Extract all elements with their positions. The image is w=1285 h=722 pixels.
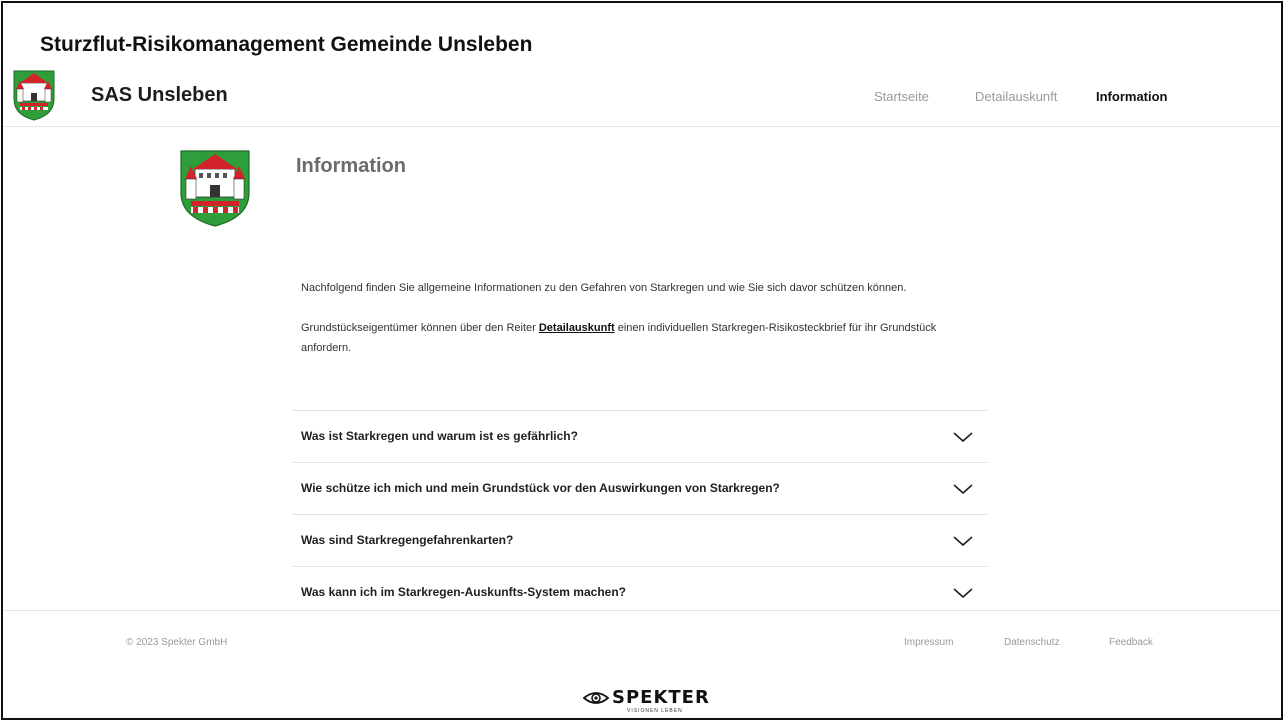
site-footer: © 2023 Spekter GmbH Impressum Datenschut… [3,610,1281,718]
faq-item[interactable]: Was ist Starkregen und warum ist es gefä… [292,410,987,462]
faq-question: Was sind Starkregengefahrenkarten? [301,533,514,547]
detail-paragraph-text: Grundstückseigentümer können über den Re… [301,322,539,334]
coat-of-arms-icon[interactable] [12,69,56,121]
footer-link-datenschutz[interactable]: Datenschutz [1004,637,1060,648]
nav-startseite[interactable]: Startseite [874,89,929,104]
faq-item[interactable]: Wie schütze ich mich und mein Grundstück… [292,462,987,514]
detailauskunft-link[interactable]: Detailauskunft [539,322,615,334]
slide-frame: Sturzflut-Risikomanagement Gemeinde Unsl… [1,1,1283,720]
copyright-text: © 2023 Spekter GmbH [126,637,228,648]
faq-item[interactable]: Was sind Starkregengefahrenkarten? [292,514,987,566]
intro-paragraph: Nachfolgend finden Sie allgemeine Inform… [301,282,907,294]
detail-paragraph: Grundstückseigentümer können über den Re… [301,318,961,358]
nav-information[interactable]: Information [1096,89,1168,104]
faq-question: Was ist Starkregen und warum ist es gefä… [301,429,578,443]
eye-icon [583,692,609,704]
chevron-down-icon[interactable] [952,586,974,600]
chevron-down-icon[interactable] [952,534,974,548]
slide-title: Sturzflut-Risikomanagement Gemeinde Unsl… [40,33,533,56]
spekter-logo: SPEKTER VISIONEN LEBEN [583,687,723,714]
logo-wordmark: SPEKTER [612,687,710,708]
faq-question: Was kann ich im Starkregen-Auskunfts-Sys… [301,585,626,599]
faq-question: Wie schütze ich mich und mein Grundstück… [301,481,780,495]
footer-link-impressum[interactable]: Impressum [904,637,953,648]
footer-link-feedback[interactable]: Feedback [1109,637,1153,648]
coat-of-arms-icon [180,150,250,227]
nav-detailauskunft[interactable]: Detailauskunft [975,89,1057,104]
chevron-down-icon[interactable] [952,430,974,444]
faq-accordion: Was ist Starkregen und warum ist es gefä… [292,410,987,618]
brand-name[interactable]: SAS Unsleben [91,84,228,107]
logo-tagline: VISIONEN LEBEN [627,708,683,714]
page-title: Information [296,155,406,177]
site-header: SAS Unsleben Startseite Detailauskunft I… [3,65,1281,127]
chevron-down-icon[interactable] [952,482,974,496]
